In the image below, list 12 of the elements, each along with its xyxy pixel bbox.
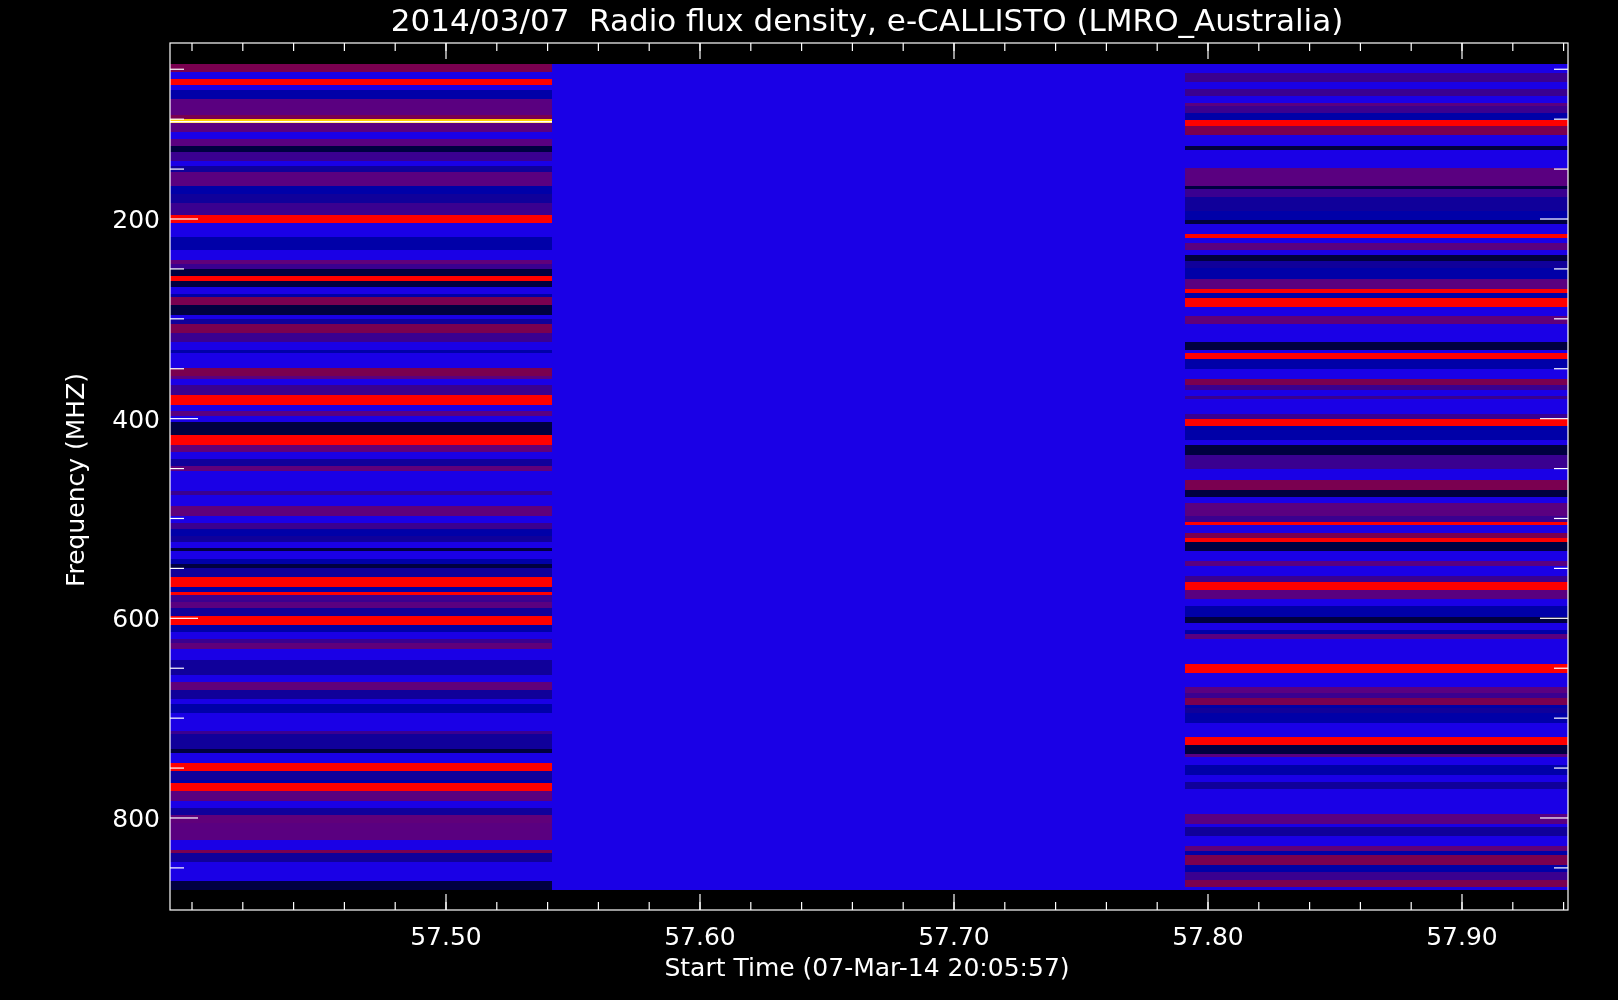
y-axis-title: Frequency (MHZ) xyxy=(61,372,90,588)
y-tick-label: 600 xyxy=(112,604,160,634)
x-tick-label: 57.70 xyxy=(918,922,990,951)
y-tick-label: 400 xyxy=(112,404,160,434)
x-tick-label: 57.80 xyxy=(1172,922,1244,951)
x-tick-label: 57.90 xyxy=(1426,922,1498,951)
x-axis-title: Start Time (07-Mar-14 20:05:57) xyxy=(664,953,1070,982)
x-tick-label: 57.50 xyxy=(410,922,482,951)
y-tick-label: 200 xyxy=(112,205,160,234)
y-tick-label: 800 xyxy=(112,804,160,834)
x-tick-label: 57.60 xyxy=(664,922,736,951)
chart-title: 2014/03/07 Radio flux density, e-CALLISTO (LMRO_Australia) xyxy=(390,2,1344,38)
